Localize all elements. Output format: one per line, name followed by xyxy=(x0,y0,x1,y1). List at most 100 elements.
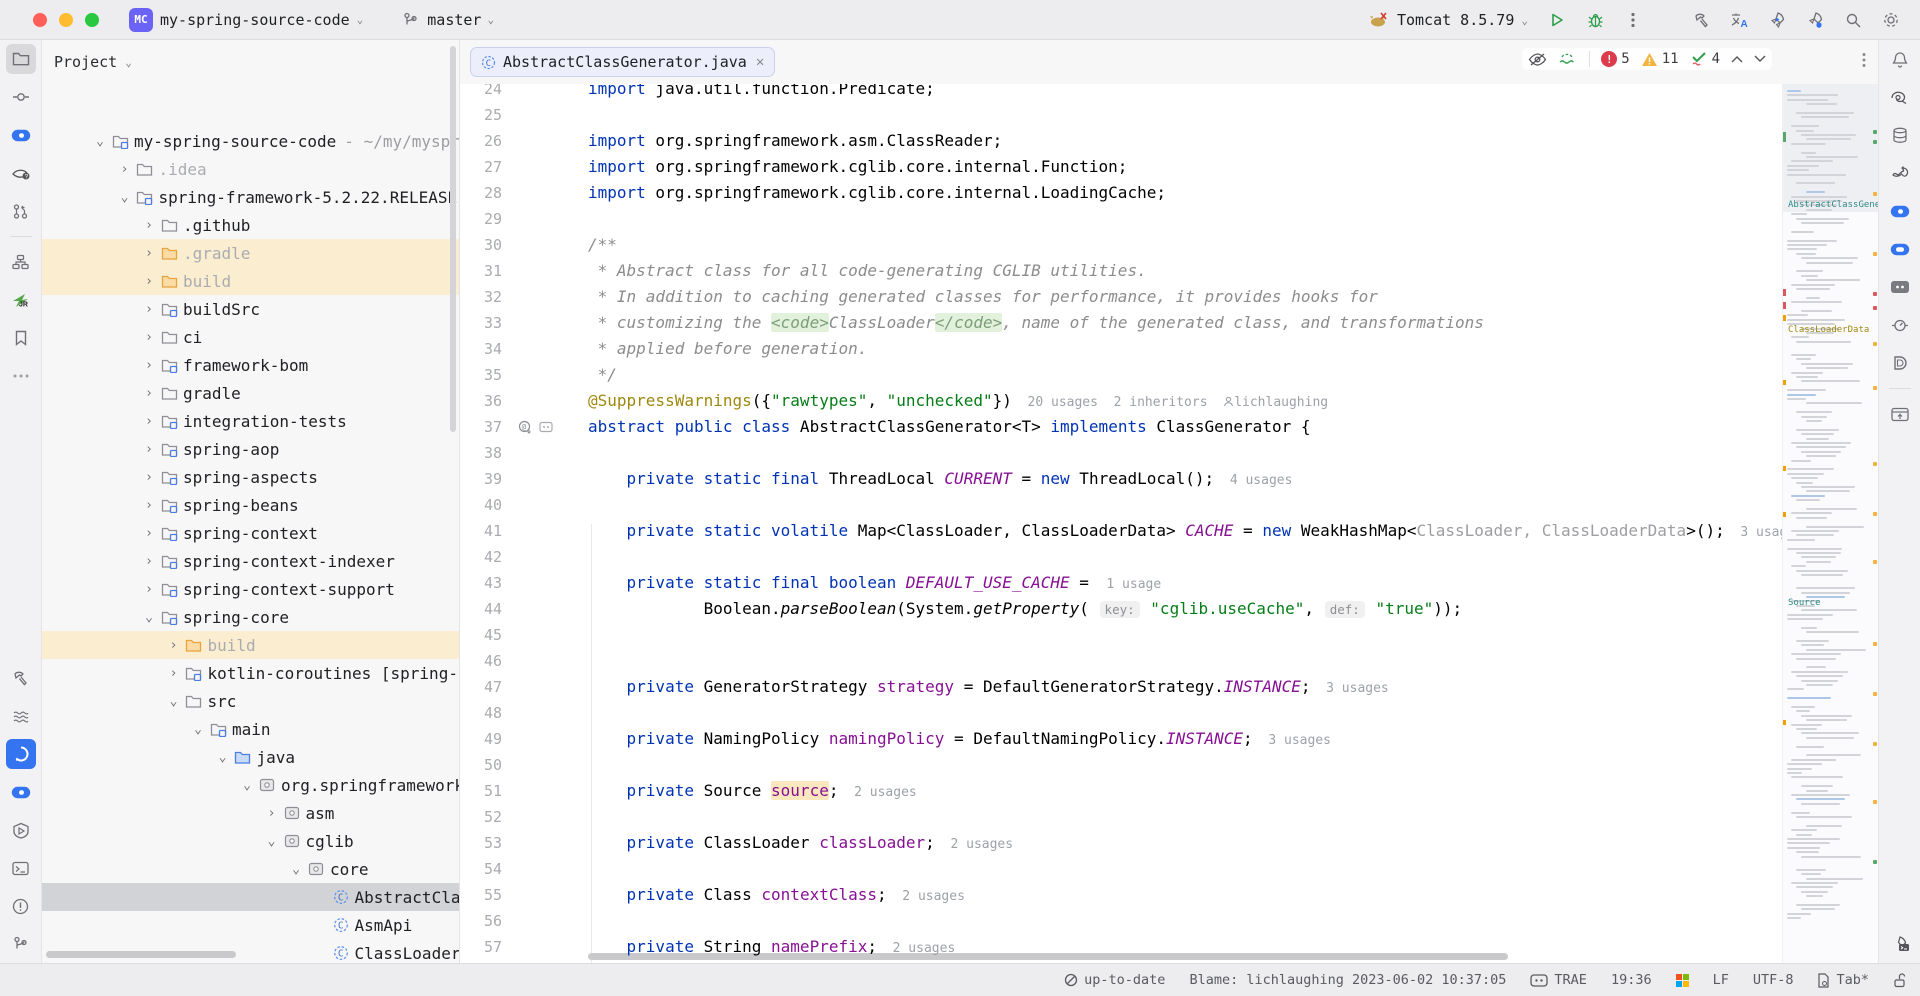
profiler-icon[interactable] xyxy=(1885,310,1915,340)
tree-row-cglib[interactable]: ⌄cglib xyxy=(42,827,460,855)
project-icon[interactable] xyxy=(6,44,36,74)
dependencies-icon[interactable] xyxy=(1885,348,1915,378)
code-line-57[interactable]: 57 private String namePrefix; 2 usages xyxy=(460,934,1878,960)
code-line-30[interactable]: 30/** xyxy=(460,232,1878,258)
more-run-actions-icon[interactable] xyxy=(1622,9,1644,31)
error-stripe-mark[interactable] xyxy=(1873,306,1877,310)
code-highlight-icon[interactable] xyxy=(1558,52,1578,67)
chevron-expanded-icon[interactable]: ⌄ xyxy=(117,190,133,205)
warning-count[interactable]: 11 xyxy=(1641,51,1679,67)
gradle-icon[interactable] xyxy=(1885,158,1915,188)
chevron-collapsed-icon[interactable]: › xyxy=(141,358,157,373)
plugin-colored-squares-icon[interactable] xyxy=(1676,974,1689,987)
line-number[interactable]: 33 xyxy=(460,310,502,336)
tab-options-icon[interactable] xyxy=(1862,52,1866,68)
documentation-icon[interactable] xyxy=(1885,399,1915,429)
branch-selector[interactable]: master ⌄ xyxy=(399,9,494,31)
parameter-hint[interactable]: def: xyxy=(1325,601,1365,618)
tree-row-spring-context[interactable]: ›spring-context xyxy=(42,519,460,547)
chevron-expanded-icon[interactable]: ⌄ xyxy=(239,778,255,793)
chevron-expanded-icon[interactable]: ⌄ xyxy=(141,610,157,625)
code-line-40[interactable]: 40 xyxy=(460,492,1878,518)
error-stripe-mark[interactable] xyxy=(1873,130,1877,134)
line-number[interactable]: 25 xyxy=(460,102,502,128)
terminal-icon[interactable] xyxy=(6,853,36,883)
error-stripe-mark[interactable] xyxy=(1873,742,1877,746)
chevron-collapsed-icon[interactable]: › xyxy=(141,414,157,429)
project-panel-header[interactable]: Project ⌄ xyxy=(42,40,459,84)
line-number[interactable]: 46 xyxy=(460,648,502,674)
chevron-collapsed-icon[interactable]: › xyxy=(141,386,157,401)
usages-inlay[interactable]: 4 usages xyxy=(1214,473,1292,488)
tree-row-core[interactable]: ⌄core xyxy=(42,855,460,883)
line-number[interactable]: 28 xyxy=(460,180,502,206)
chevron-collapsed-icon[interactable]: › xyxy=(166,638,182,653)
run-terminal-icon[interactable] xyxy=(1885,929,1915,959)
ai-c-pill-icon[interactable] xyxy=(6,120,36,150)
services-icon[interactable] xyxy=(6,701,36,731)
code-line-44[interactable]: 44 Boolean.parseBoolean(System.getProper… xyxy=(460,596,1878,622)
line-number[interactable]: 53 xyxy=(460,830,502,856)
code-line-28[interactable]: 28import org.springframework.cglib.core.… xyxy=(460,180,1878,206)
gutter-icons[interactable]: @ xyxy=(518,414,553,440)
chevron-collapsed-icon[interactable]: › xyxy=(117,162,133,177)
error-count[interactable]: ! 5 xyxy=(1601,51,1629,67)
commit-icon[interactable] xyxy=(6,82,36,112)
tree-row-org-springframework[interactable]: ⌄org.springframework xyxy=(42,771,460,799)
error-stripe-mark[interactable] xyxy=(1873,192,1877,196)
chevron-collapsed-icon[interactable]: › xyxy=(141,554,157,569)
line-ending-widget[interactable]: LF xyxy=(1713,972,1729,988)
code-line-43[interactable]: 43 private static final boolean DEFAULT_… xyxy=(460,570,1878,596)
prev-issue-icon[interactable] xyxy=(1731,55,1743,63)
indent-widget[interactable]: Tab* xyxy=(1817,972,1869,988)
code-line-26[interactable]: 26import org.springframework.asm.ClassRe… xyxy=(460,128,1878,154)
settings-gear-icon[interactable] xyxy=(1880,9,1902,31)
code-line-49[interactable]: 49 private NamingPolicy namingPolicy = D… xyxy=(460,726,1878,752)
usages-inlay[interactable]: 2 usages xyxy=(838,785,916,800)
usages-inlay[interactable]: 2 usages xyxy=(877,941,955,956)
tree-row-asmapi[interactable]: CAsmApi xyxy=(42,911,460,939)
error-stripe-mark[interactable] xyxy=(1873,860,1877,864)
build-hammer-icon[interactable] xyxy=(1690,9,1712,31)
chevron-collapsed-icon[interactable]: › xyxy=(141,582,157,597)
tree-row-build[interactable]: ›build xyxy=(42,631,460,659)
line-number[interactable]: 43 xyxy=(460,570,502,596)
line-number[interactable]: 44 xyxy=(460,596,502,622)
code-line-31[interactable]: 31 * Abstract class for all code-generat… xyxy=(460,258,1878,284)
line-number[interactable]: 48 xyxy=(460,700,502,726)
tree-row--github[interactable]: ›.github xyxy=(42,211,460,239)
line-number[interactable]: 41 xyxy=(460,518,502,544)
code-line-56[interactable]: 56 xyxy=(460,908,1878,934)
run-anything-icon[interactable] xyxy=(6,815,36,845)
tree-row-spring-context-support[interactable]: ›spring-context-support xyxy=(42,575,460,603)
debug-button[interactable] xyxy=(1584,9,1606,31)
code-line-38[interactable]: 38 xyxy=(460,440,1878,466)
tree-row-buildsrc[interactable]: ›buildSrc xyxy=(42,295,460,323)
run-button[interactable] xyxy=(1546,9,1568,31)
code-line-47[interactable]: 47 private GeneratorStrategy strategy = … xyxy=(460,674,1878,700)
line-number[interactable]: 57 xyxy=(460,934,502,960)
chevron-collapsed-icon[interactable]: › xyxy=(166,666,182,681)
tree-row-spring-framework-5-2-22-release[interactable]: ⌄spring-framework-5.2.22.RELEASE xyxy=(42,183,460,211)
line-number[interactable]: 47 xyxy=(460,674,502,700)
error-stripe-mark[interactable] xyxy=(1873,140,1877,144)
line-number[interactable]: 50 xyxy=(460,752,502,778)
error-stripe-mark[interactable] xyxy=(1873,642,1877,646)
line-number[interactable]: 36 xyxy=(460,388,502,414)
zoom-window-button[interactable] xyxy=(85,13,99,27)
line-number[interactable]: 49 xyxy=(460,726,502,752)
tree-row-kotlin-coroutines-spring-core-[interactable]: ›kotlin-coroutines [spring-core] xyxy=(42,659,460,687)
line-number[interactable]: 55 xyxy=(460,882,502,908)
tree-row-framework-bom[interactable]: ›framework-bom xyxy=(42,351,460,379)
error-stripe-mark[interactable] xyxy=(1873,560,1877,564)
editor-tab-abstractclassgenerator[interactable]: C AbstractClassGenerator.java ✕ xyxy=(470,47,775,77)
line-number[interactable]: 34 xyxy=(460,336,502,362)
more-tools-icon[interactable] xyxy=(6,361,36,391)
problems-icon[interactable] xyxy=(6,891,36,921)
parameter-hint[interactable]: key: xyxy=(1100,601,1140,618)
close-window-button[interactable] xyxy=(33,13,47,27)
line-number[interactable]: 52 xyxy=(460,804,502,830)
error-stripe-mark[interactable] xyxy=(1873,252,1877,256)
error-stripe-mark[interactable] xyxy=(1873,292,1877,296)
vcs-status-widget[interactable]: up-to-date xyxy=(1064,972,1165,988)
